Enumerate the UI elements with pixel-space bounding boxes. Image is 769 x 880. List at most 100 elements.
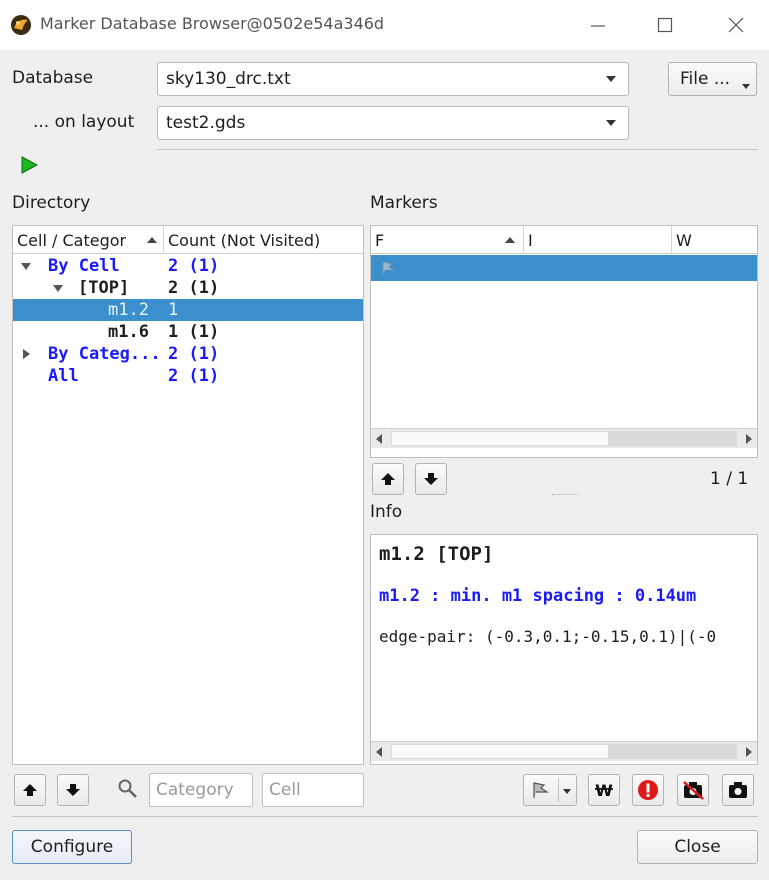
arrow-up-icon bbox=[381, 473, 395, 485]
close-button[interactable]: Close bbox=[637, 830, 758, 864]
scroll-right-icon[interactable] bbox=[746, 747, 752, 757]
collapsed-arrow-icon bbox=[23, 349, 30, 359]
directory-tree[interactable]: Cell / Categor Count (Not Visited) By Ce… bbox=[12, 225, 364, 765]
markers-header: F I W bbox=[371, 226, 757, 254]
remove-snapshot-button[interactable] bbox=[677, 774, 709, 806]
svg-text:W: W bbox=[595, 781, 613, 799]
tree-item-count: 2 (1) bbox=[168, 344, 220, 364]
column-header-waived[interactable]: W bbox=[672, 226, 757, 254]
category-filter-input[interactable] bbox=[149, 773, 253, 807]
scroll-left-icon[interactable] bbox=[376, 434, 382, 444]
close-button-label: Close bbox=[674, 837, 721, 857]
next-marker-button[interactable] bbox=[415, 463, 447, 495]
marker-row[interactable] bbox=[371, 255, 757, 281]
window-title: Marker Database Browser@0502e54a346d bbox=[40, 14, 385, 33]
configure-button-label: Configure bbox=[30, 837, 114, 857]
directory-label: Directory bbox=[12, 193, 91, 213]
tree-item-count: 2 (1) bbox=[168, 278, 220, 298]
column-header-cell-category[interactable]: Cell / Categor bbox=[13, 226, 164, 254]
maximize-button[interactable] bbox=[648, 10, 682, 40]
directory-header: Cell / Categor Count (Not Visited) bbox=[13, 226, 363, 254]
tree-item-count: 1 bbox=[168, 300, 179, 320]
scrollbar-thumb[interactable] bbox=[609, 431, 737, 446]
directory-previous-button[interactable] bbox=[14, 774, 46, 806]
tree-item-count: 2 (1) bbox=[168, 366, 220, 386]
markers-label: Markers bbox=[370, 193, 438, 213]
chevron-down-icon bbox=[742, 84, 750, 89]
arrow-up-icon bbox=[23, 784, 37, 796]
tree-row-m1-2[interactable]: m1.2 1 bbox=[13, 299, 363, 321]
scrollbar-thumb[interactable] bbox=[609, 744, 737, 759]
column-header-important-label: I bbox=[528, 230, 533, 250]
tree-row-all[interactable]: All 2 (1) bbox=[13, 365, 363, 387]
tree-item-count: 2 (1) bbox=[168, 256, 220, 276]
tree-item-label: By Cell bbox=[48, 256, 120, 276]
column-header-important[interactable]: I bbox=[524, 226, 672, 254]
scroll-left-icon[interactable] bbox=[376, 747, 382, 757]
column-header-flag[interactable]: F bbox=[371, 226, 524, 254]
title-bar: Marker Database Browser@0502e54a346d bbox=[0, 0, 769, 50]
tree-item-label: m1.2 bbox=[108, 300, 149, 320]
column-header-count[interactable]: Count (Not Visited) bbox=[164, 226, 363, 254]
chevron-down-icon bbox=[563, 789, 571, 794]
category-filter-field[interactable] bbox=[154, 779, 252, 801]
info-geometry: edge-pair: (-0.3,0.1;-0.15,0.1)|(-0 bbox=[379, 627, 717, 646]
configure-button[interactable]: Configure bbox=[12, 830, 132, 864]
layout-value: test2.gds bbox=[166, 113, 246, 133]
flag-menu-button[interactable] bbox=[523, 774, 577, 806]
important-icon bbox=[638, 780, 658, 800]
markers-horizontal-scrollbar[interactable] bbox=[371, 428, 757, 448]
no-camera-icon bbox=[683, 781, 704, 800]
layout-label: ... on layout bbox=[33, 112, 135, 132]
expanded-arrow-icon bbox=[53, 285, 63, 292]
expanded-arrow-icon bbox=[21, 263, 31, 270]
info-horizontal-scrollbar[interactable] bbox=[371, 741, 757, 761]
database-value: sky130_drc.txt bbox=[166, 69, 291, 89]
splitter-handle[interactable] bbox=[552, 494, 578, 498]
minimize-button[interactable] bbox=[581, 10, 615, 40]
tree-row-top[interactable]: [TOP] 2 (1) bbox=[13, 277, 363, 299]
waive-button[interactable]: W bbox=[588, 774, 620, 806]
sort-ascending-icon bbox=[147, 237, 157, 243]
tree-item-label: All bbox=[48, 366, 79, 386]
column-header-waived-label: W bbox=[676, 230, 692, 250]
add-snapshot-button[interactable] bbox=[722, 774, 754, 806]
database-select[interactable]: sky130_drc.txt bbox=[157, 62, 629, 96]
divider bbox=[157, 149, 758, 150]
file-button-label: File ... bbox=[680, 69, 731, 89]
chevron-down-icon bbox=[606, 76, 616, 82]
layout-select[interactable]: test2.gds bbox=[157, 106, 629, 140]
close-window-button[interactable] bbox=[719, 10, 753, 40]
column-header-flag-label: F bbox=[375, 230, 385, 250]
scroll-right-icon[interactable] bbox=[746, 434, 752, 444]
tree-row-by-cell[interactable]: By Cell 2 (1) bbox=[13, 255, 363, 277]
waived-icon: W bbox=[595, 781, 613, 799]
info-title: m1.2 [TOP] bbox=[379, 543, 494, 565]
info-category: m1.2 : min. m1 spacing : 0.14um bbox=[379, 586, 697, 606]
tree-row-by-category[interactable]: By Categ... 2 (1) bbox=[13, 343, 363, 365]
info-panel: m1.2 [TOP] m1.2 : min. m1 spacing : 0.14… bbox=[370, 534, 758, 765]
cell-filter-field[interactable] bbox=[267, 779, 363, 801]
flag-icon bbox=[379, 259, 397, 282]
tree-row-m1-6[interactable]: m1.6 1 (1) bbox=[13, 321, 363, 343]
tree-item-label: [TOP] bbox=[78, 278, 130, 298]
column-header-cell-category-label: Cell / Categor bbox=[17, 230, 127, 250]
important-button[interactable] bbox=[632, 774, 664, 806]
directory-next-button[interactable] bbox=[57, 774, 89, 806]
scrollbar-track[interactable] bbox=[391, 431, 609, 446]
cell-filter-input[interactable] bbox=[262, 773, 364, 807]
tree-item-label: m1.6 bbox=[108, 322, 149, 342]
run-play-icon[interactable] bbox=[20, 156, 39, 174]
marker-counter: 1 / 1 bbox=[710, 469, 749, 489]
previous-marker-button[interactable] bbox=[372, 463, 404, 495]
file-menu-button[interactable]: File ... bbox=[668, 62, 757, 96]
chevron-down-icon bbox=[606, 120, 616, 126]
info-label: Info bbox=[370, 502, 403, 522]
tree-item-count: 1 (1) bbox=[168, 322, 220, 342]
search-icon bbox=[117, 778, 139, 805]
divider bbox=[12, 816, 758, 817]
scrollbar-track[interactable] bbox=[391, 744, 609, 759]
database-label: Database bbox=[12, 68, 94, 88]
arrow-down-icon bbox=[66, 784, 80, 796]
markers-list[interactable]: F I W bbox=[370, 225, 758, 458]
